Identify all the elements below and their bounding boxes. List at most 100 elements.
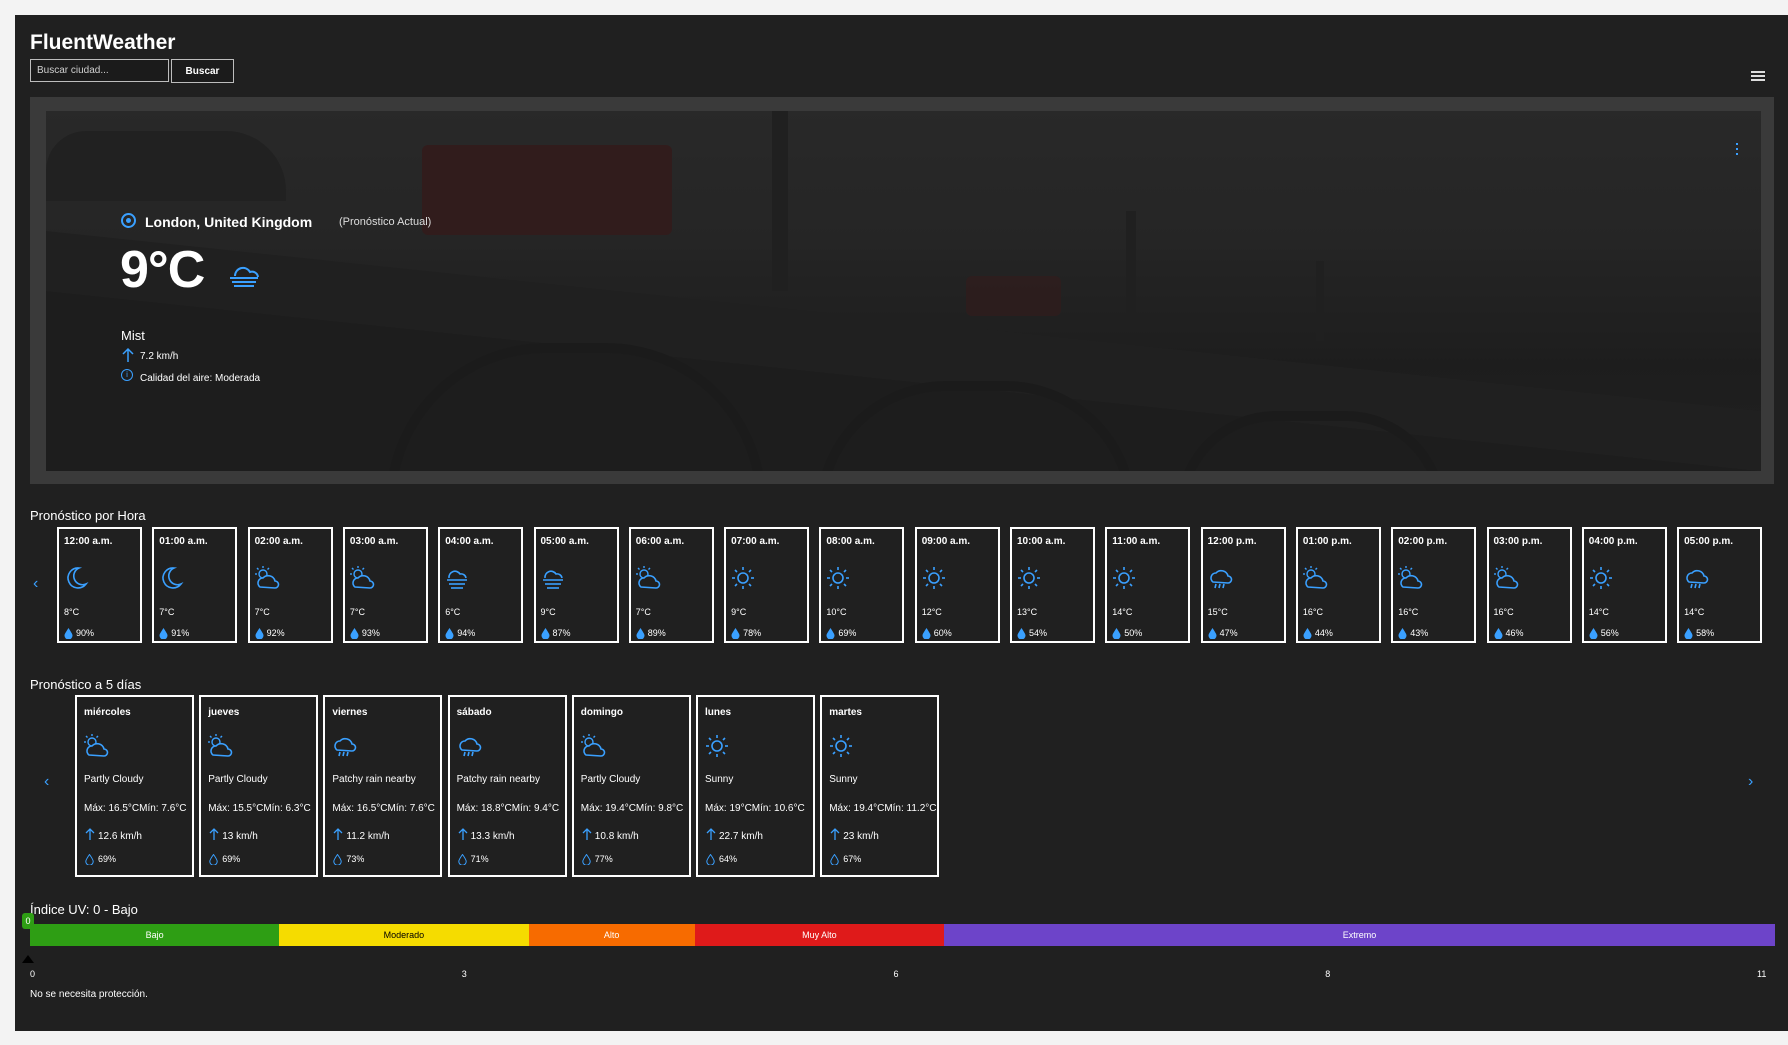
hourly-card[interactable]: 09:00 a.m. 12°C 60% (914, 527, 1000, 643)
sun-icon (1016, 565, 1042, 596)
day-min-max: Máx: 18.8°CMín: 9.4°C (456, 803, 560, 814)
wind-direction-icon (121, 347, 135, 368)
uv-tick-label: 3 (461, 969, 467, 979)
more-options-icon[interactable] (1736, 143, 1740, 158)
daily-card[interactable]: domingo Partly Cloudy Máx: 19.4°CMín: 9.… (571, 695, 691, 877)
search-input[interactable] (30, 59, 169, 82)
uv-segment: Bajo (30, 924, 280, 946)
hour-temperature: 6°C (445, 607, 461, 617)
uv-marker: 0 (22, 913, 34, 929)
hour-humidity: 60% (933, 628, 952, 638)
hour-time: 09:00 a.m. (921, 536, 971, 547)
humidity-icon (1017, 626, 1026, 644)
daily-prev-arrow[interactable]: ‹ (44, 773, 49, 791)
hourly-card[interactable]: 12:00 p.m. 15°C 47% (1200, 527, 1286, 644)
uv-scale-bar: Bajo Moderado Alto Muy Alto Extremo (30, 924, 1775, 946)
humidity-icon (209, 852, 218, 870)
wind-direction-icon (581, 827, 593, 846)
hour-humidity: 56% (1600, 628, 1619, 638)
daily-card[interactable]: jueves Partly Cloudy Máx: 15.5°CMín: 6.3… (199, 695, 319, 877)
day-wind: 13 km/h (222, 831, 258, 842)
day-humidity: 77% (594, 854, 613, 864)
sun-icon (1588, 565, 1614, 596)
air-quality: Calidad del aire: Moderada (140, 373, 261, 384)
hour-temperature: 9°C (731, 607, 747, 617)
wind-direction-icon (332, 827, 344, 846)
hour-humidity: 92% (266, 628, 285, 638)
daily-card[interactable]: sábado Patchy rain nearby Máx: 18.8°CMín… (447, 695, 567, 877)
hour-time: 06:00 a.m. (635, 536, 685, 547)
hourly-card[interactable]: 03:00 a.m. 7°C 93% (342, 527, 428, 644)
hour-temperature: 7°C (159, 607, 175, 617)
day-wind: 10.8 km/h (594, 831, 639, 842)
uv-note: No se necesita protección. (30, 989, 148, 1000)
wind-direction-icon (829, 827, 841, 846)
daily-card[interactable]: miércoles Partly Cloudy Máx: 16.5°CMín: … (75, 695, 194, 877)
hourly-card[interactable]: 11:00 a.m. 14°C 50% (1105, 527, 1191, 644)
hourly-card[interactable]: 03:00 p.m. 16°C 46% (1486, 527, 1572, 644)
hourly-card[interactable]: 07:00 a.m. 9°C 78% (724, 527, 810, 643)
mist-icon (227, 262, 261, 293)
daily-card[interactable]: lunes Sunny Máx: 19°CMín: 10.6°C 22.7 km… (696, 695, 815, 877)
hour-time: 01:00 p.m. (1302, 536, 1352, 547)
hourly-card[interactable]: 05:00 p.m. 14°C 58% (1677, 527, 1763, 644)
location-name: London, United Kingdom (145, 214, 313, 230)
hourly-card[interactable]: 04:00 a.m. 6°C 94% (438, 527, 524, 643)
uv-tick-label: 11 (1757, 969, 1767, 979)
day-min-max: Máx: 19.4°CMín: 11.2°C (829, 803, 937, 814)
hourly-card[interactable]: 02:00 a.m. 7°C 92% (247, 527, 333, 643)
partly-cloudy-icon (254, 565, 280, 596)
day-humidity: 69% (98, 854, 117, 864)
hour-temperature: 14°C (1112, 607, 1133, 617)
hourly-card[interactable]: 08:00 a.m. 10°C 69% (819, 527, 905, 643)
humidity-icon (582, 852, 591, 870)
hour-time: 12:00 p.m. (1207, 536, 1257, 547)
humidity-icon (1112, 626, 1121, 644)
search-button[interactable]: Buscar (171, 59, 234, 83)
humidity-icon (1494, 626, 1503, 644)
hourly-card[interactable]: 04:00 p.m. 14°C 56% (1581, 527, 1667, 643)
hour-temperature: 14°C (1588, 607, 1609, 617)
day-wind: 11.2 km/h (346, 831, 390, 842)
hourly-title: Pronóstico por Hora (30, 508, 146, 523)
hourly-card[interactable]: 02:00 p.m. 16°C 43% (1391, 527, 1477, 644)
day-humidity: 73% (346, 854, 365, 864)
day-min-max: Máx: 15.5°CMín: 6.3°C (208, 803, 311, 814)
partly-cloudy-icon (1397, 565, 1423, 596)
current-condition: Mist (121, 328, 145, 343)
hour-humidity: 50% (1124, 628, 1143, 638)
hourly-card[interactable]: 12:00 a.m. 8°C 90% (57, 527, 142, 643)
hourly-card[interactable]: 01:00 a.m. 7°C 91% (152, 527, 238, 643)
daily-card[interactable]: martes Sunny Máx: 19.4°CMín: 11.2°C 23 k… (820, 695, 940, 877)
hourly-card[interactable]: 05:00 a.m. 9°C 87% (533, 527, 619, 643)
day-name: lunes (705, 707, 732, 718)
hour-humidity: 54% (1029, 628, 1048, 638)
humidity-icon (636, 626, 645, 644)
humidity-icon (1208, 626, 1217, 644)
hourly-card[interactable]: 01:00 p.m. 16°C 44% (1295, 527, 1381, 643)
daily-next-arrow[interactable]: › (1748, 773, 1753, 791)
daily-card[interactable]: viernes Patchy rain nearby Máx: 16.5°CMí… (323, 695, 443, 877)
wind-direction-icon (84, 827, 96, 846)
humidity-icon (333, 852, 343, 870)
rain-icon (331, 733, 357, 764)
day-min-max: Máx: 19.4°CMín: 9.8°C (580, 803, 684, 814)
hourly-card[interactable]: 10:00 a.m. 13°C 54% (1010, 527, 1095, 643)
partly-cloudy-icon (1493, 565, 1519, 596)
humidity-icon (350, 626, 359, 644)
uv-segment: Alto (528, 924, 695, 946)
uv-tick-label: 0 (30, 969, 36, 979)
humidity-icon (1398, 626, 1407, 644)
day-condition: Sunny (705, 774, 734, 785)
hamburger-menu-icon[interactable] (1751, 71, 1765, 83)
hourly-prev-arrow[interactable]: ‹ (33, 575, 38, 593)
app-window: FluentWeather Buscar London, United King… (15, 15, 1788, 1031)
app-title: FluentWeather (30, 31, 176, 54)
mist-icon (540, 565, 566, 596)
hour-humidity: 47% (1219, 628, 1238, 638)
hour-temperature: 12°C (921, 607, 942, 617)
hourly-card[interactable]: 06:00 a.m. 7°C 89% (628, 527, 714, 644)
uv-segment: Extremo (944, 924, 1775, 946)
humidity-icon (1684, 626, 1693, 644)
uv-tick-label: 8 (1325, 969, 1331, 979)
